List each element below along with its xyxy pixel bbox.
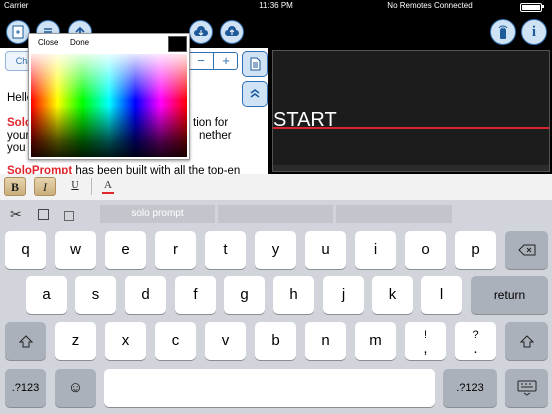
suggestion-1[interactable]: solo prompt xyxy=(100,205,215,223)
key-exclaim-comma[interactable]: !, xyxy=(405,322,446,360)
key-question-period[interactable]: ?. xyxy=(455,322,496,360)
key-period-label: . xyxy=(473,340,478,357)
document-icon[interactable] xyxy=(242,51,268,77)
predictive-bar: ✂ solo prompt xyxy=(0,200,552,228)
chevron-up-icon[interactable] xyxy=(242,81,268,107)
stepper-minus-button[interactable]: − xyxy=(189,53,213,69)
key-s[interactable]: s xyxy=(75,276,116,314)
key-o[interactable]: o xyxy=(405,231,446,269)
copy-icon[interactable] xyxy=(38,209,49,220)
italic-button[interactable]: I xyxy=(34,177,56,196)
key-y[interactable]: y xyxy=(255,231,296,269)
remote-control-icon[interactable] xyxy=(490,19,516,45)
key-t[interactable]: t xyxy=(205,231,246,269)
color-spectrum[interactable] xyxy=(31,54,187,157)
shift-right-key[interactable] xyxy=(505,322,548,360)
color-picker-popup: Close Done xyxy=(28,33,190,160)
editor-line-5: SoloPrompt has been built with all the t… xyxy=(7,165,240,174)
suggestion-2[interactable] xyxy=(218,205,333,223)
space-key[interactable] xyxy=(104,369,435,407)
key-h[interactable]: h xyxy=(273,276,314,314)
key-k[interactable]: k xyxy=(372,276,413,314)
underline-button[interactable]: U xyxy=(64,177,86,196)
bold-button[interactable]: B xyxy=(4,177,26,196)
key-z[interactable]: z xyxy=(55,322,96,360)
key-f[interactable]: f xyxy=(175,276,216,314)
paste-icon[interactable] xyxy=(64,211,74,221)
status-bar: Carrier 11:36 PM No Remotes Connected xyxy=(0,0,552,12)
prompter-preview: START xyxy=(272,50,550,172)
done-button[interactable]: Done xyxy=(70,34,89,52)
editor-line-3: your xyxy=(7,130,30,142)
key-l[interactable]: l xyxy=(421,276,462,314)
key-m[interactable]: m xyxy=(355,322,396,360)
selected-color-swatch xyxy=(168,36,187,52)
key-q[interactable]: q xyxy=(5,231,46,269)
backspace-key[interactable] xyxy=(505,231,548,269)
key-p[interactable]: p xyxy=(455,231,496,269)
key-a[interactable]: a xyxy=(26,276,67,314)
dismiss-keyboard-icon[interactable] xyxy=(505,369,548,407)
suggestion-3[interactable] xyxy=(336,205,452,223)
editor-line-4: you xyxy=(7,142,26,154)
battery-icon xyxy=(520,3,542,12)
key-u[interactable]: u xyxy=(305,231,346,269)
key-v[interactable]: v xyxy=(205,322,246,360)
stepper-plus-button[interactable]: + xyxy=(214,53,238,69)
editor-line-2-end: tion for xyxy=(193,117,229,129)
key-x[interactable]: x xyxy=(105,322,146,360)
editor-line-3-end: nether xyxy=(199,130,232,142)
key-c[interactable]: c xyxy=(155,322,196,360)
scissors-icon[interactable]: ✂ xyxy=(10,206,22,223)
format-toolbar: B I U A xyxy=(0,174,552,201)
text-color-button[interactable]: A xyxy=(100,177,116,196)
numbers-key-right[interactable]: .?123 xyxy=(443,369,497,407)
preview-screen: START xyxy=(273,51,549,165)
cloud-upload-icon[interactable] xyxy=(220,20,244,44)
color-picker-header: Close Done xyxy=(29,34,189,52)
key-j[interactable]: j xyxy=(323,276,364,314)
emoji-key[interactable]: ☺ xyxy=(55,369,96,407)
toolbar-divider xyxy=(91,178,92,195)
key-d[interactable]: d xyxy=(125,276,166,314)
info-icon[interactable]: i xyxy=(521,19,547,45)
close-button[interactable]: Close xyxy=(38,34,58,52)
cloud-download-icon[interactable] xyxy=(189,20,213,44)
key-n[interactable]: n xyxy=(305,322,346,360)
on-screen-keyboard: ✂ solo prompt q w e r t y u i o p a s d … xyxy=(0,200,552,414)
return-key[interactable]: return xyxy=(471,276,548,314)
preview-reading-line xyxy=(273,127,549,129)
key-g[interactable]: g xyxy=(224,276,265,314)
key-r[interactable]: r xyxy=(155,231,196,269)
key-w[interactable]: w xyxy=(55,231,96,269)
remote-status: No Remotes Connected xyxy=(387,1,473,10)
numbers-key-left[interactable]: .?123 xyxy=(5,369,46,407)
key-b[interactable]: b xyxy=(255,322,296,360)
key-i[interactable]: i xyxy=(355,231,396,269)
shift-left-key[interactable] xyxy=(5,322,46,360)
font-size-stepper[interactable]: − + xyxy=(188,52,238,70)
document-plus-icon[interactable] xyxy=(6,20,30,44)
key-comma-label: , xyxy=(423,340,428,357)
battery-tip xyxy=(542,5,544,8)
key-e[interactable]: e xyxy=(105,231,146,269)
